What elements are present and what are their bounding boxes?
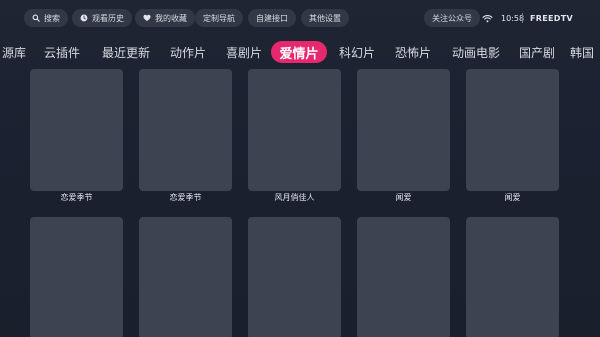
- media-card[interactable]: 风月俏佳人: [248, 69, 341, 204]
- tab-recent-updates[interactable]: 最近更新: [98, 41, 154, 63]
- tab-action[interactable]: 动作片: [166, 41, 210, 63]
- media-card[interactable]: 闻爱: [466, 69, 559, 204]
- tab-horror[interactable]: 恐怖片: [391, 41, 435, 63]
- custom-api-button[interactable]: 自建接口: [248, 9, 296, 27]
- media-title: 闻爱: [395, 193, 412, 202]
- top-toolbar: 搜索 观看历史 我的收藏 定制导航 自建接口 其他设置 关注公众号 10:58 …: [0, 0, 600, 36]
- poster-placeholder[interactable]: [248, 69, 341, 191]
- media-card[interactable]: [30, 217, 123, 337]
- brand-logo-text: FREEDTV: [530, 13, 573, 23]
- settings-label: 其他设置: [309, 13, 341, 23]
- media-title: 风月俏佳人: [274, 193, 315, 202]
- custom-nav-label: 定制导航: [203, 13, 235, 23]
- search-button[interactable]: 搜索: [24, 9, 68, 27]
- poster-placeholder[interactable]: [139, 69, 232, 191]
- tab-korean[interactable]: 韩国: [570, 41, 600, 63]
- tab-animated-movie[interactable]: 动画电影: [448, 41, 504, 63]
- history-icon: [80, 14, 88, 22]
- media-title: 恋爱季节: [60, 193, 93, 202]
- tab-source-library[interactable]: 源库: [0, 41, 29, 63]
- history-button[interactable]: 观看历史: [72, 9, 132, 27]
- media-title: 恋爱季节: [169, 193, 202, 202]
- media-card[interactable]: [357, 217, 450, 337]
- tab-domestic-drama[interactable]: 国产剧: [515, 41, 559, 63]
- media-card[interactable]: 恋爱季节: [139, 69, 232, 204]
- follow-account-label: 关注公众号: [432, 13, 472, 23]
- poster-placeholder[interactable]: [248, 217, 341, 337]
- poster-placeholder[interactable]: [357, 69, 450, 191]
- media-card[interactable]: 恋爱季节: [30, 69, 123, 204]
- clock-time: 10:58: [501, 13, 525, 23]
- category-tabs: 源库 云插件 最近更新 动作片 喜剧片 爱情片 科幻片 恐怖片 动画电影 国产剧…: [0, 38, 600, 64]
- custom-api-label: 自建接口: [256, 13, 288, 23]
- tab-cloud-plugin[interactable]: 云插件: [41, 41, 83, 63]
- custom-nav-button[interactable]: 定制导航: [195, 9, 243, 27]
- settings-button[interactable]: 其他设置: [301, 9, 349, 27]
- poster-placeholder[interactable]: [30, 69, 123, 191]
- poster-placeholder[interactable]: [466, 69, 559, 191]
- search-icon: [32, 14, 40, 22]
- media-card[interactable]: [466, 217, 559, 337]
- wifi-icon: [482, 9, 496, 27]
- poster-placeholder[interactable]: [30, 217, 123, 337]
- media-card[interactable]: [139, 217, 232, 337]
- poster-placeholder[interactable]: [357, 217, 450, 337]
- history-label: 观看历史: [92, 13, 124, 23]
- poster-placeholder[interactable]: [139, 217, 232, 337]
- status-divider: [522, 13, 523, 23]
- tab-comedy[interactable]: 喜剧片: [222, 41, 266, 63]
- favorites-label: 我的收藏: [155, 13, 187, 23]
- media-card[interactable]: 闻爱: [357, 69, 450, 204]
- media-title: 闻爱: [504, 193, 521, 202]
- search-label: 搜索: [44, 13, 60, 23]
- heart-icon: [143, 14, 151, 22]
- follow-account-button[interactable]: 关注公众号: [424, 9, 480, 27]
- tab-scifi[interactable]: 科幻片: [336, 41, 378, 63]
- media-card[interactable]: [248, 217, 341, 337]
- favorites-button[interactable]: 我的收藏: [135, 9, 195, 27]
- tab-romance[interactable]: 爱情片: [271, 41, 327, 63]
- poster-placeholder[interactable]: [466, 217, 559, 337]
